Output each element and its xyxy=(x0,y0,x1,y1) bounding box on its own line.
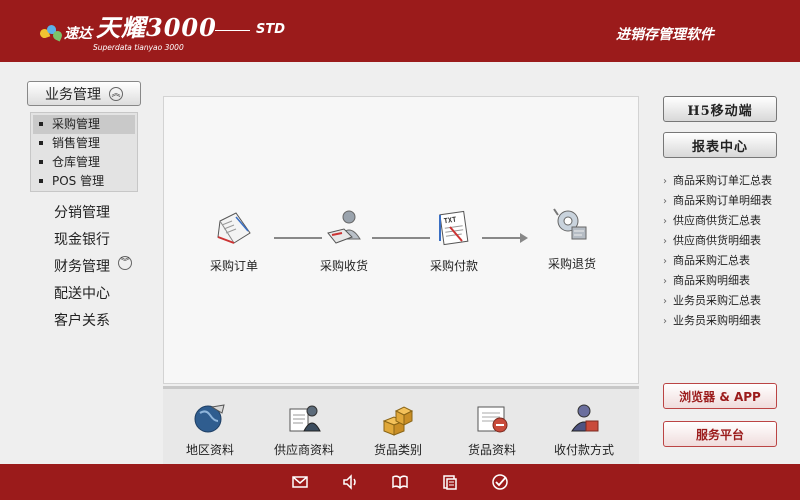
business-submenu: 采购管理 销售管理 仓库管理 POS 管理 xyxy=(30,112,138,192)
purchase-flow-panel: 采购订单 采购收货 TXT 采购付款 采购退货 xyxy=(163,96,639,384)
flow-step-label: 采购付款 xyxy=(429,259,478,273)
logo-brand: 速达 xyxy=(64,26,92,42)
receiving-person-icon xyxy=(322,207,366,251)
report-link[interactable]: › 商品采购明细表 xyxy=(663,271,793,291)
app-title: 进销存管理软件 xyxy=(616,27,714,43)
business-menu-label: 业务管理 xyxy=(45,86,101,103)
browser-app-button[interactable]: 浏览器 & APP xyxy=(663,383,777,409)
report-link[interactable]: › 商品采购订单明细表 xyxy=(663,191,793,211)
submenu-item-warehouse[interactable]: 仓库管理 xyxy=(33,153,135,172)
sidebar-item-crm[interactable]: 客户关系 xyxy=(54,310,110,330)
supplier-person-icon xyxy=(284,399,324,437)
h5-mobile-button[interactable]: H5移动端 xyxy=(663,96,777,122)
boxes-icon xyxy=(378,399,418,437)
flow-arrow-icon xyxy=(520,233,528,243)
flow-step-return[interactable]: 采购退货 xyxy=(532,205,612,272)
logo-product: 天耀3000 xyxy=(96,13,217,42)
shortcut-label: 收付款方式 xyxy=(553,443,614,457)
return-gear-icon xyxy=(550,205,594,249)
goods-document-icon xyxy=(472,399,512,437)
flow-step-receiving[interactable]: 采购收货 xyxy=(304,207,384,274)
mail-icon[interactable] xyxy=(291,473,309,491)
report-link[interactable]: › 供应商供货汇总表 xyxy=(663,211,793,231)
sidebar-item-finance[interactable]: 财务管理 xyxy=(54,256,110,276)
logo-edition: STD xyxy=(256,22,286,37)
logo: 速达 天耀3000 xyxy=(38,8,217,43)
globe-icon xyxy=(190,399,230,437)
business-menu-header[interactable]: 业务管理 ︽ xyxy=(27,81,141,106)
report-link[interactable]: › 商品采购汇总表 xyxy=(663,251,793,271)
flow-step-label: 采购收货 xyxy=(319,259,368,273)
shortcut-label: 地区资料 xyxy=(185,443,234,457)
shortcut-label: 货品资料 xyxy=(467,443,516,457)
flow-step-label: 采购订单 xyxy=(209,259,258,273)
flow-step-label: 采购退货 xyxy=(547,257,596,271)
sidebar-item-delivery[interactable]: 配送中心 xyxy=(54,283,110,303)
shortcut-goods-category[interactable]: 货品类别 xyxy=(353,399,443,458)
basic-data-bar: 地区资料 供应商资料 货品类别 货品资料 收付款方式 xyxy=(163,386,639,464)
logo-mark-icon xyxy=(38,25,64,43)
logo-subtitle: Superdata tianyao 3000 xyxy=(93,43,184,52)
shortcut-goods-data[interactable]: 货品资料 xyxy=(447,399,537,458)
submenu-item-pos[interactable]: POS 管理 xyxy=(33,172,135,191)
logo-divider xyxy=(215,30,250,31)
speaker-icon[interactable] xyxy=(341,473,359,491)
flow-step-purchase-order[interactable]: 采购订单 xyxy=(194,207,274,274)
payment-icon xyxy=(564,399,604,437)
check-icon[interactable] xyxy=(491,473,509,491)
report-list: › 商品采购订单汇总表 › 商品采购订单明细表 › 供应商供货汇总表 › 供应商供货明细… xyxy=(663,171,793,331)
chevron-up-icon[interactable]: ︽ xyxy=(109,86,123,101)
shortcut-label: 货品类别 xyxy=(373,443,422,457)
shortcut-label: 供应商资料 xyxy=(273,443,334,457)
report-center-button[interactable]: 报表中心 xyxy=(663,132,777,158)
sidebar-item-cash-bank[interactable]: 现金银行 xyxy=(54,229,110,249)
flow-step-payment[interactable]: TXT 采购付款 xyxy=(414,207,494,274)
report-link[interactable]: › 业务员采购明细表 xyxy=(663,311,793,331)
txt-document-icon: TXT xyxy=(432,207,476,251)
app-header: 速达 天耀3000 STD Superdata tianyao 3000 进销存… xyxy=(0,0,800,62)
report-link[interactable]: › 商品采购订单汇总表 xyxy=(663,171,793,191)
submenu-item-purchase[interactable]: 采购管理 xyxy=(33,115,135,134)
notebook-icon xyxy=(212,207,256,251)
footer-bar xyxy=(0,464,800,500)
left-sidebar: 业务管理 ︽ 采购管理 销售管理 仓库管理 POS 管理 分销管理 现金银行 财… xyxy=(0,62,158,464)
sidebar-item-distribution[interactable]: 分销管理 xyxy=(54,202,110,222)
report-link[interactable]: › 业务员采购汇总表 xyxy=(663,291,793,311)
submenu-item-sales[interactable]: 销售管理 xyxy=(33,134,135,153)
report-link[interactable]: › 供应商供货明细表 xyxy=(663,231,793,251)
book-icon[interactable] xyxy=(391,473,409,491)
service-platform-button[interactable]: 服务平台 xyxy=(663,421,777,447)
shortcut-payment-method[interactable]: 收付款方式 xyxy=(539,399,629,458)
shortcut-region-data[interactable]: 地区资料 xyxy=(165,399,255,458)
shortcut-supplier-data[interactable]: 供应商资料 xyxy=(259,399,349,458)
chevron-down-icon[interactable]: ︾ xyxy=(118,256,132,270)
documents-icon[interactable] xyxy=(441,473,459,491)
